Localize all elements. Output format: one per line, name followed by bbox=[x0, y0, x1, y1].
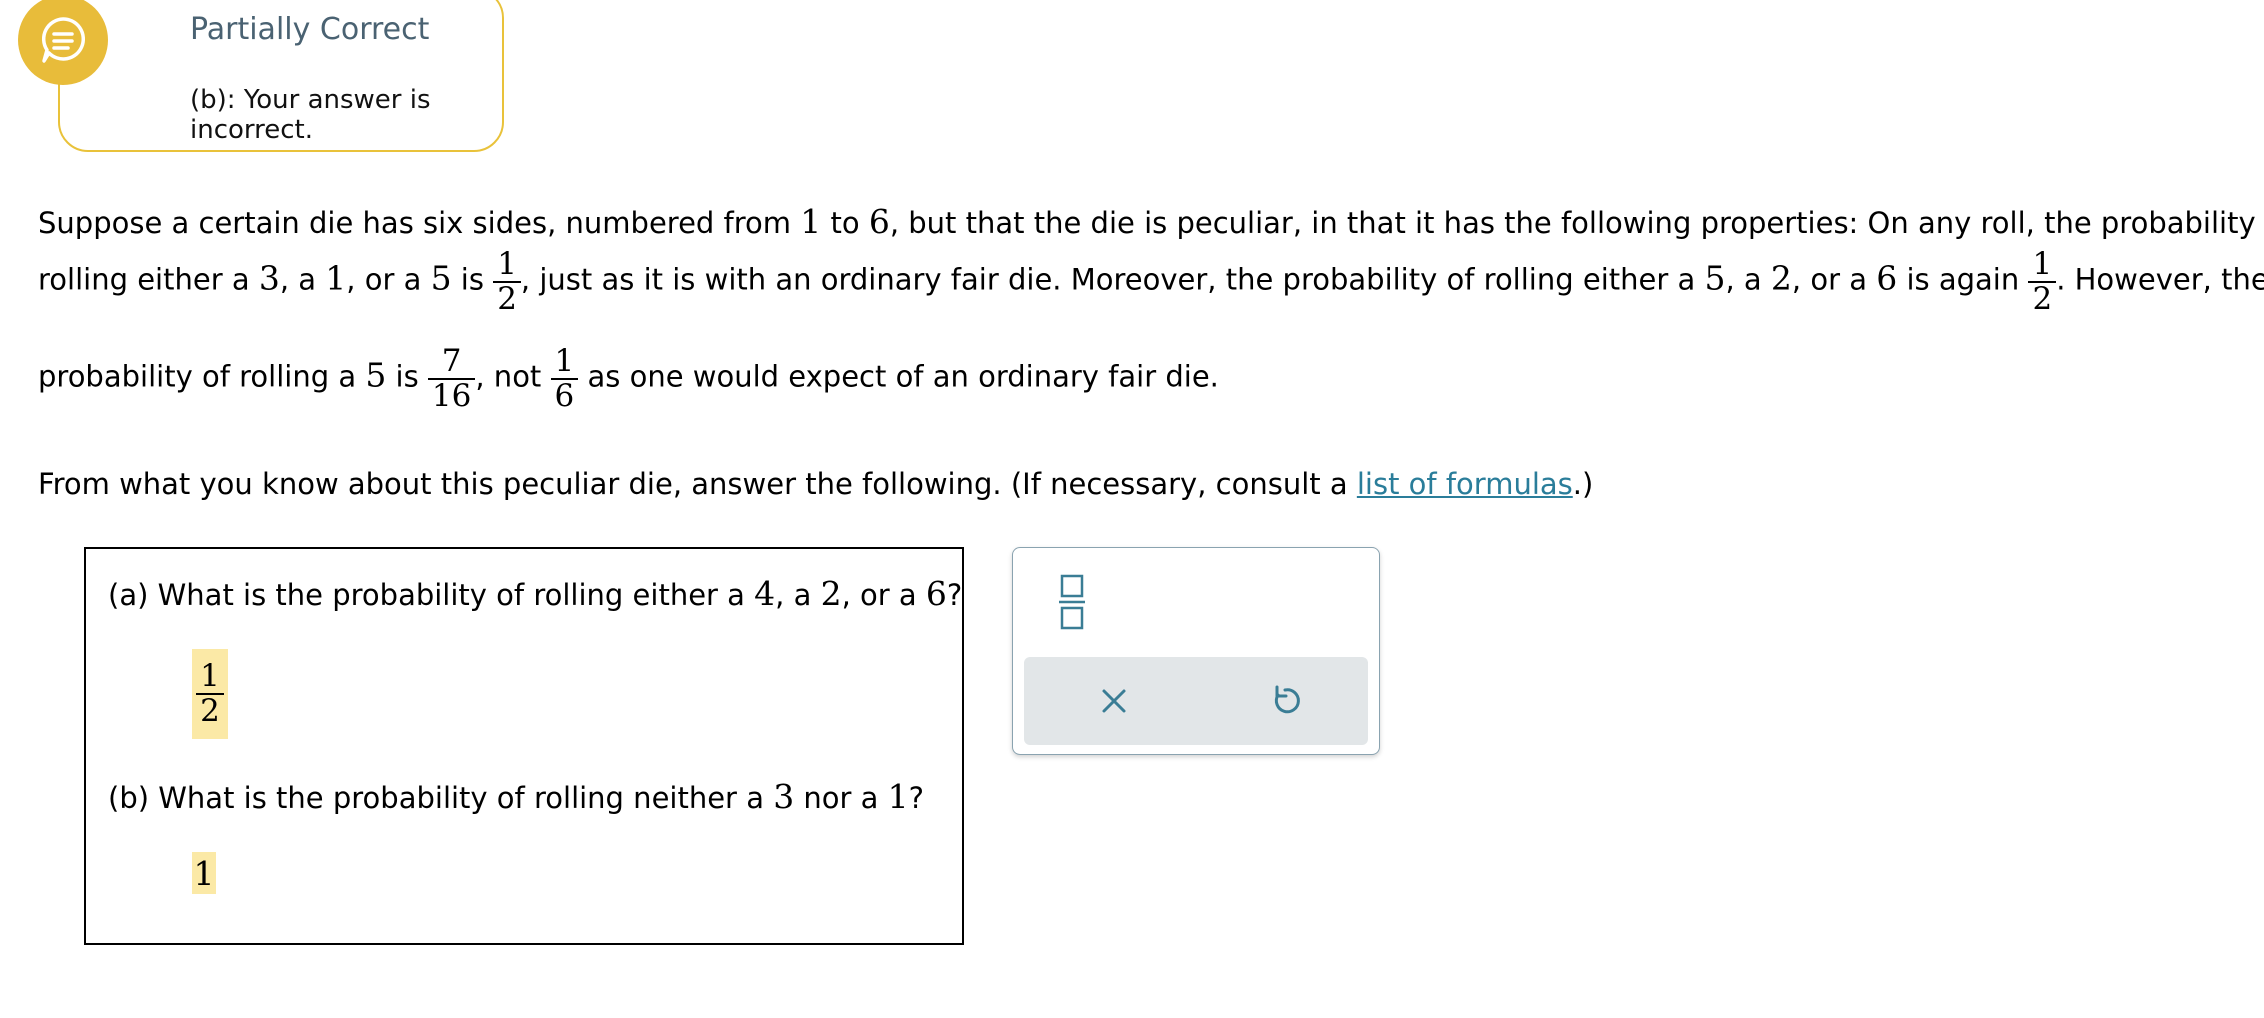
list-of-formulas-link[interactable]: list of formulas bbox=[1357, 467, 1573, 501]
problem-line-2: rolling either a 3, a 1, or a 5 is 12, j… bbox=[38, 246, 2264, 317]
fraction-one-half: 12 bbox=[493, 248, 521, 315]
answer-a-input[interactable]: 12 bbox=[192, 649, 228, 739]
close-icon[interactable] bbox=[1096, 683, 1132, 719]
question-a: (a) What is the probability of rolling e… bbox=[108, 574, 963, 613]
math-toolbar bbox=[1012, 547, 1380, 755]
fraction-seven-sixteenths: 7 16 bbox=[427, 345, 476, 412]
answer-box: (a) What is the probability of rolling e… bbox=[84, 547, 964, 945]
answer-b-input[interactable]: 1 bbox=[192, 852, 216, 894]
fraction-one-sixth: 16 bbox=[550, 345, 579, 412]
answer-a-fraction: 12 bbox=[196, 660, 224, 727]
undo-icon[interactable] bbox=[1267, 683, 1303, 719]
instruction-text: From what you know about this peculiar d… bbox=[38, 467, 1594, 501]
feedback-title: Partially Correct bbox=[190, 12, 430, 47]
feedback-banner: Partially Correct (b): Your answer is in… bbox=[58, 0, 504, 152]
question-b: (b) What is the probability of rolling n… bbox=[108, 777, 925, 816]
feedback-message: (b): Your answer is incorrect. bbox=[190, 85, 431, 145]
problem-line-1: Suppose a certain die has six sides, num… bbox=[38, 202, 2264, 241]
fraction-one-half: 12 bbox=[2028, 248, 2057, 315]
fraction-icon[interactable] bbox=[1059, 574, 1085, 630]
problem-line-3: probability of rolling a 5 is 7 16, not 1… bbox=[38, 343, 1219, 414]
toolbar-actions bbox=[1024, 657, 1368, 745]
